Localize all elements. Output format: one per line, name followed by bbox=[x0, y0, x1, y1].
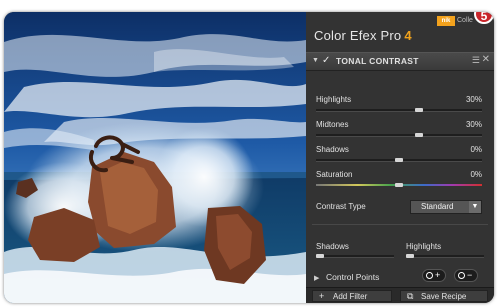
slider-thumb[interactable] bbox=[395, 183, 403, 187]
add-control-point-button[interactable]: + bbox=[422, 269, 446, 282]
midtones-slider[interactable] bbox=[316, 133, 482, 137]
remove-control-point-button[interactable]: − bbox=[454, 269, 478, 282]
filter-panel: nik Colle 5 Color Efex Pro 4 ▼ ✓ TONAL CO… bbox=[306, 12, 494, 303]
save-recipe-label: Save Recipe bbox=[421, 292, 467, 301]
highlights-label: Highlights bbox=[316, 95, 352, 104]
midtones-value: 30% bbox=[465, 120, 482, 129]
minus-icon: − bbox=[467, 270, 473, 280]
filter-name: TONAL CONTRAST bbox=[336, 56, 419, 66]
remove-control-point-icon bbox=[458, 272, 465, 279]
recipe-icon: ⧉ bbox=[407, 291, 414, 301]
add-filter-button[interactable]: + Add Filter bbox=[312, 290, 392, 302]
panel-footer: + Add Filter ⧉ Save Recipe bbox=[306, 287, 494, 303]
triangle-right-icon[interactable]: ▶ bbox=[314, 274, 319, 282]
plus-icon: + bbox=[319, 291, 325, 301]
saturation-label: Saturation bbox=[316, 170, 353, 179]
image-preview[interactable] bbox=[4, 12, 306, 303]
plus-icon: + bbox=[435, 270, 441, 280]
chevron-down-icon[interactable]: ▼ bbox=[469, 201, 481, 213]
contrast-type-label: Contrast Type bbox=[316, 202, 366, 211]
saturation-slider[interactable] bbox=[316, 183, 482, 187]
midtones-label: Midtones bbox=[316, 120, 349, 129]
protect-highlights-slider[interactable] bbox=[405, 254, 484, 258]
save-recipe-button[interactable]: ⧉ Save Recipe bbox=[400, 290, 488, 302]
brand-mark: nik bbox=[437, 16, 455, 26]
triangle-down-icon[interactable]: ▼ bbox=[312, 57, 319, 64]
saturation-value: 0% bbox=[470, 170, 482, 179]
divider bbox=[312, 224, 488, 225]
shadows-slider[interactable] bbox=[316, 158, 482, 162]
filter-header[interactable]: ▼ ✓ TONAL CONTRAST ☰ ✕ bbox=[306, 52, 494, 71]
shadows-value: 0% bbox=[470, 145, 482, 154]
protect-shadows-label: Shadows bbox=[316, 242, 349, 251]
highlights-slider[interactable] bbox=[316, 108, 482, 112]
add-control-point-icon bbox=[426, 272, 433, 279]
slider-thumb[interactable] bbox=[405, 254, 414, 258]
slider-thumb[interactable] bbox=[395, 158, 403, 162]
protect-shadows-slider[interactable] bbox=[315, 254, 394, 258]
protect-highlights-label: Highlights bbox=[406, 242, 442, 251]
highlights-value: 30% bbox=[465, 95, 482, 104]
app-title-text: Color Efex Pro bbox=[314, 28, 402, 43]
add-filter-label: Add Filter bbox=[333, 292, 368, 301]
app-window: nik Colle 5 Color Efex Pro 4 ▼ ✓ TONAL CO… bbox=[4, 12, 494, 303]
app-title: Color Efex Pro 4 bbox=[314, 28, 412, 43]
contrast-type-dropdown[interactable]: Standard ▼ bbox=[410, 200, 482, 214]
app-version: 4 bbox=[404, 28, 412, 43]
slider-thumb[interactable] bbox=[315, 254, 324, 258]
menu-icon[interactable]: ☰ bbox=[472, 55, 480, 66]
control-points-label[interactable]: Control Points bbox=[326, 272, 379, 282]
slider-thumb[interactable] bbox=[414, 108, 423, 112]
check-icon[interactable]: ✓ bbox=[322, 55, 330, 66]
brand-suffix: Colle bbox=[457, 17, 473, 24]
contrast-type-value: Standard bbox=[421, 202, 454, 211]
landscape-photo bbox=[4, 12, 306, 303]
slider-thumb[interactable] bbox=[414, 133, 423, 137]
close-icon[interactable]: ✕ bbox=[482, 54, 490, 65]
shadows-label: Shadows bbox=[316, 145, 349, 154]
